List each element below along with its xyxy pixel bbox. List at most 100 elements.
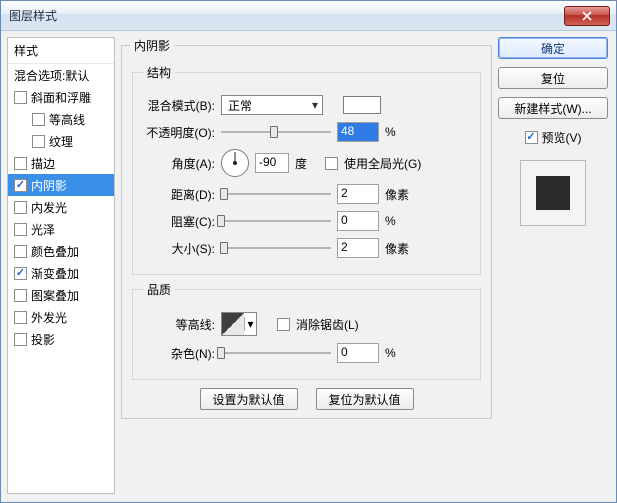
noise-input[interactable]: 0 [337,343,379,363]
checkbox-icon[interactable] [14,267,27,280]
checkbox-icon[interactable] [14,201,27,214]
preview-checkbox[interactable] [525,131,538,144]
right-column: 确定 复位 新建样式(W)... 预览(V) [498,37,608,494]
sidebar-blend-options-label: 混合选项:默认 [14,67,89,84]
preview-label: 预览(V) [542,129,582,146]
close-button[interactable] [564,6,610,26]
distance-unit: 像素 [385,186,415,203]
sidebar-item-label: 描边 [31,155,55,172]
blend-mode-label: 混合模式(B): [143,97,215,114]
inner-shadow-panel: 内阴影 结构 混合模式(B): 正常 ▾ 不透明度(O): [121,37,492,419]
opacity-input[interactable]: 48 [337,122,379,142]
structure-legend: 结构 [143,64,175,81]
sidebar-item-inner-glow[interactable]: 内发光 [8,196,114,218]
reset-default-button[interactable]: 复位为默认值 [316,388,414,410]
contour-label: 等高线: [143,316,215,333]
sidebar-item-drop-shadow[interactable]: 投影 [8,328,114,350]
angle-input[interactable]: -90 [255,153,289,173]
chevron-down-icon: ▾ [308,98,322,112]
sidebar-item-label: 斜面和浮雕 [31,89,91,106]
sidebar-item-texture[interactable]: 纹理 [8,130,114,152]
sidebar-blend-options[interactable]: 混合选项:默认 [8,64,114,86]
sidebar-item-label: 等高线 [49,111,85,128]
preview-toggle[interactable]: 预览(V) [498,129,608,146]
global-light-label: 使用全局光(G) [344,155,421,172]
angle-label: 角度(A): [143,155,215,172]
sidebar-item-stroke[interactable]: 描边 [8,152,114,174]
blend-mode-row: 混合模式(B): 正常 ▾ [143,94,470,116]
antialias-checkbox[interactable] [277,318,290,331]
checkbox-icon[interactable] [14,157,27,170]
quality-legend: 品质 [143,281,175,298]
checkbox-icon[interactable] [14,91,27,104]
choke-label: 阻塞(C): [143,213,215,230]
checkbox-icon[interactable] [14,289,27,302]
main-panel: 内阴影 结构 混合模式(B): 正常 ▾ 不透明度(O): [121,37,492,494]
panel-title: 内阴影 [130,37,174,54]
contour-row: 等高线: ▾ 消除锯齿(L) [143,311,470,337]
sidebar-item-label: 纹理 [49,133,73,150]
sidebar-item-color-overlay[interactable]: 颜色叠加 [8,240,114,262]
noise-slider[interactable] [221,344,331,362]
antialias-label: 消除锯齿(L) [296,316,359,333]
make-default-button[interactable]: 设置为默认值 [200,388,298,410]
titlebar: 图层样式 [1,1,616,31]
sidebar-item-label: 内发光 [31,199,67,216]
opacity-slider[interactable] [221,123,331,141]
checkbox-icon[interactable] [32,135,45,148]
ok-button[interactable]: 确定 [498,37,608,59]
contour-preview-icon [222,313,244,335]
window-title: 图层样式 [1,7,57,24]
checkbox-icon[interactable] [14,245,27,258]
contour-picker[interactable]: ▾ [221,312,257,336]
sidebar-item-satin[interactable]: 光泽 [8,218,114,240]
shadow-color-swatch[interactable] [343,96,381,114]
sidebar-item-bevel[interactable]: 斜面和浮雕 [8,86,114,108]
sidebar-item-outer-glow[interactable]: 外发光 [8,306,114,328]
chevron-down-icon: ▾ [244,317,256,331]
sidebar-item-pattern-overlay[interactable]: 图案叠加 [8,284,114,306]
blend-mode-value: 正常 [222,97,308,114]
styles-sidebar: 样式 混合选项:默认 斜面和浮雕 等高线 纹理 描边 内阴 [7,37,115,494]
checkbox-icon[interactable] [14,179,27,192]
blend-mode-dropdown[interactable]: 正常 ▾ [221,95,323,115]
choke-slider[interactable] [221,212,331,230]
checkbox-icon[interactable] [14,311,27,324]
size-row: 大小(S): 2 像素 [143,237,470,259]
choke-input[interactable]: 0 [337,211,379,231]
noise-unit: % [385,346,415,360]
size-input[interactable]: 2 [337,238,379,258]
client-area: 样式 混合选项:默认 斜面和浮雕 等高线 纹理 描边 内阴 [1,31,616,502]
close-icon [582,11,592,21]
preview-box [520,160,586,226]
size-unit: 像素 [385,240,415,257]
cancel-button[interactable]: 复位 [498,67,608,89]
sidebar-item-gradient-overlay[interactable]: 渐变叠加 [8,262,114,284]
sidebar-header: 样式 [8,38,114,64]
distance-row: 距离(D): 2 像素 [143,183,470,205]
opacity-row: 不透明度(O): 48 % [143,121,470,143]
size-slider[interactable] [221,239,331,257]
distance-input[interactable]: 2 [337,184,379,204]
noise-label: 杂色(N): [143,345,215,362]
opacity-label: 不透明度(O): [143,124,215,141]
checkbox-icon[interactable] [14,333,27,346]
noise-row: 杂色(N): 0 % [143,342,470,364]
distance-slider[interactable] [221,185,331,203]
sidebar-item-inner-shadow[interactable]: 内阴影 [8,174,114,196]
sidebar-item-label: 外发光 [31,309,67,326]
sidebar-item-label: 内阴影 [31,177,67,194]
global-light-checkbox[interactable] [325,157,338,170]
checkbox-icon[interactable] [14,223,27,236]
preview-swatch [536,176,570,210]
checkbox-icon[interactable] [32,113,45,126]
angle-unit: 度 [295,155,307,172]
layer-style-dialog: 图层样式 样式 混合选项:默认 斜面和浮雕 等高线 纹理 [0,0,617,503]
sidebar-item-label: 渐变叠加 [31,265,79,282]
default-buttons-row: 设置为默认值 复位为默认值 [130,388,483,410]
angle-row: 角度(A): -90 度 使用全局光(G) [143,148,470,178]
sidebar-item-contour[interactable]: 等高线 [8,108,114,130]
opacity-unit: % [385,125,415,139]
new-style-button[interactable]: 新建样式(W)... [498,97,608,119]
angle-dial[interactable] [221,149,249,177]
